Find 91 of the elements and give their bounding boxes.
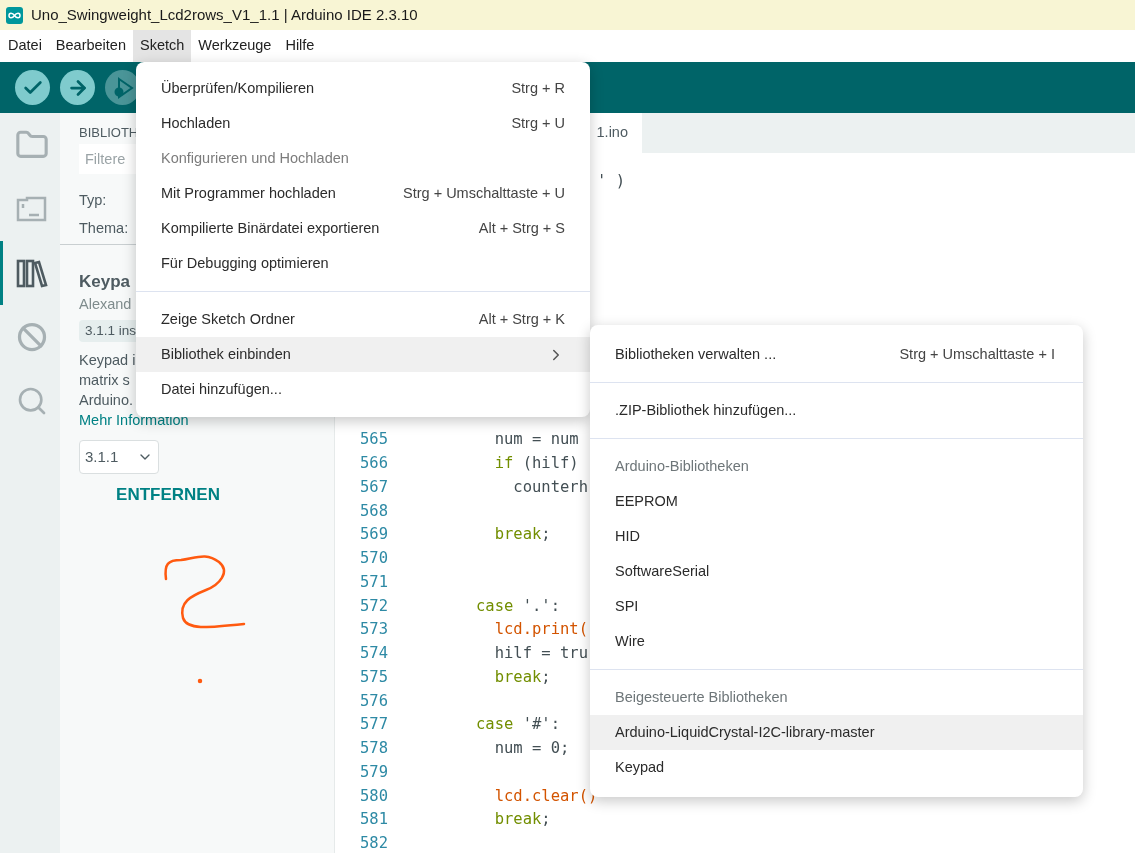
line-number: 570 [359, 548, 388, 569]
menu-item-label: SoftwareSerial [615, 561, 710, 581]
menu-item-label: Wire [615, 631, 645, 651]
shortcut-label: Alt + Strg + K [478, 309, 565, 329]
menu-item-label: SPI [615, 596, 639, 616]
app-logo-icon [6, 6, 23, 24]
menu-item[interactable]: Hochladen Strg + U [136, 106, 590, 141]
type-label: Typ: [79, 191, 107, 210]
menu-section-header: Beigesteuerte Bibliotheken [614, 687, 789, 707]
menu-section-header: Arduino-Bibliotheken [614, 456, 750, 476]
line-number: 576 [359, 690, 388, 712]
line-number: 580 [359, 785, 388, 807]
line-number: 581 [359, 809, 388, 831]
submenu-item[interactable]: Bibliothek einbinden [136, 337, 590, 372]
menu-item-label: Für Debugging optimieren [161, 253, 329, 273]
code-line: case '.': [475, 595, 560, 617]
line-number: 579 [359, 761, 388, 783]
line-number: 574 [359, 643, 388, 664]
library-description: Keypad i [79, 351, 136, 370]
line-number: 571 [359, 571, 388, 593]
menu-item-label: Arduino-LiquidCrystal-I2C-library-master [615, 722, 875, 742]
menu-item-label: Hochladen [161, 113, 231, 133]
code-line: num = 0; [493, 738, 570, 759]
code-line: break; [493, 666, 551, 688]
line-number: 573 [359, 619, 388, 641]
menu-item-label: Konfigurieren und Hochladen [161, 148, 349, 168]
window-title: Uno_Swingweight_Lcd2rows_V1_1.1 | Arduino IDE 2.3.10 [31, 4, 418, 25]
shortcut-label: Strg + Umschalttaste + I [899, 344, 1055, 364]
menu-item-label: .ZIP-Bibliothek hinzufügen... [615, 400, 797, 420]
menu-item[interactable]: Überprüfen/Kompilieren Strg + R [136, 71, 590, 106]
menu-item[interactable]: Zeige Sketch Ordner Alt + Strg + K [136, 302, 590, 337]
menu-item[interactable]: Keypad [590, 750, 1083, 785]
menu-item[interactable]: Arduino-LiquidCrystal-I2C-library-master [590, 715, 1083, 750]
line-number: 568 [359, 500, 388, 522]
panel-heading: BIBLIOTH [79, 124, 139, 141]
code-line: hilf = tru [493, 643, 588, 664]
menu-item[interactable]: Für Debugging optimieren [136, 246, 590, 281]
shortcut-label: Strg + Umschalttaste + U [403, 183, 565, 203]
menu-item[interactable]: SPI [590, 589, 1083, 624]
menu-item-label: Mit Programmer hochladen [161, 183, 336, 203]
toolbar-button[interactable] [60, 70, 95, 105]
line-number: 575 [359, 666, 388, 688]
menu-item-label: HID [615, 526, 640, 546]
library-description: Arduino. [79, 391, 134, 410]
line-number: 567 [359, 476, 388, 498]
menu-item-label: Zeige Sketch Ordner [161, 309, 295, 329]
line-number: 569 [359, 524, 388, 546]
line-number: 578 [359, 738, 388, 759]
menu-item[interactable]: Datei hinzufügen... [136, 372, 590, 407]
menu-item[interactable]: .ZIP-Bibliothek hinzufügen... [590, 393, 1083, 428]
code-line: num = num [493, 429, 579, 451]
library-author: Alexand [79, 295, 132, 314]
menu-item-label: Bibliothek einbinden [161, 344, 291, 364]
code-line: lcd.clear() [493, 785, 598, 807]
code-line: lcd.print( [493, 619, 588, 641]
code-line: case '#': [475, 714, 560, 736]
remove-button[interactable]: ENTFERNEN [79, 480, 257, 510]
shortcut-label: Strg + U [511, 113, 565, 133]
menu-item[interactable]: Mit Programmer hochladen Strg + Umschalttaste + U [136, 176, 590, 211]
menu-item[interactable]: SoftwareSerial [590, 554, 1083, 589]
menu-item-label: Überprüfen/Kompilieren [161, 78, 315, 98]
menu-item[interactable]: Kompilierte Binärdatei exportieren Alt + Strg + S [136, 211, 590, 246]
menu-item-label: Bibliotheken verwalten ... [615, 344, 777, 364]
menu-item-label: Keypad [615, 757, 665, 777]
menu-item[interactable]: EEPROM [590, 484, 1083, 519]
menu-item[interactable]: Bibliotheken verwalten ... Strg + Umschalttaste + I [590, 337, 1083, 372]
menu-item-label: Datei hinzufügen... [161, 379, 282, 399]
ban-icon [16, 322, 47, 352]
library-description: matrix s [79, 371, 131, 390]
menu-item[interactable]: Wire [590, 624, 1083, 659]
toolbar-button[interactable] [15, 70, 50, 105]
line-number: 572 [359, 595, 388, 617]
library-name: Keypa [79, 271, 131, 293]
version-select[interactable]: 3.1.1 [79, 440, 159, 474]
shortcut-label: Alt + Strg + S [478, 218, 565, 238]
code-fragment: ' ) [597, 171, 625, 192]
topic-label: Thema: [79, 219, 129, 238]
menu-item-label: Kompilierte Binärdatei exportieren [161, 218, 380, 238]
code-line: counterh [512, 476, 588, 498]
code-line: if (hilf) [493, 453, 579, 474]
code-line: break; [493, 524, 551, 546]
line-number: 566 [359, 453, 388, 474]
menu-bar-item[interactable]: Sketch [133, 30, 192, 62]
books-icon [15, 257, 48, 289]
line-number: 582 [359, 833, 388, 853]
code-line: break; [493, 809, 551, 831]
shortcut-label: Strg + R [511, 78, 565, 98]
menu-item[interactable]: HID [590, 519, 1083, 554]
line-number: 565 [359, 429, 388, 451]
menu-item-label: EEPROM [615, 491, 678, 511]
line-number: 577 [359, 714, 388, 736]
